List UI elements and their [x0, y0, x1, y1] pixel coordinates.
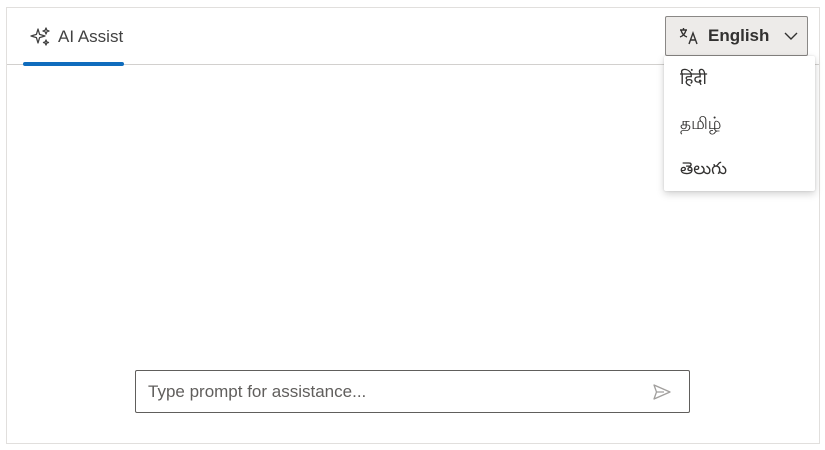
language-select-button[interactable]: English [665, 16, 808, 56]
language-option-tamil[interactable]: தமிழ் [664, 104, 815, 149]
prompt-box [135, 370, 690, 413]
tab-active-indicator [23, 62, 124, 66]
chevron-down-icon [783, 28, 799, 44]
tab-ai-assist[interactable]: AI Assist [23, 8, 124, 66]
send-icon [653, 383, 671, 400]
send-button[interactable] [651, 381, 673, 403]
language-dropdown-menu: हिंदी தமிழ் తెలుగు [664, 56, 815, 191]
language-option-hindi[interactable]: हिंदी [664, 59, 815, 104]
sparkle-icon [29, 26, 51, 48]
language-selected-label: English [708, 26, 770, 45]
prompt-input[interactable] [148, 381, 651, 402]
tab-label: AI Assist [58, 26, 124, 46]
language-option-telugu[interactable]: తెలుగు [664, 149, 815, 194]
translate-icon [678, 25, 700, 47]
